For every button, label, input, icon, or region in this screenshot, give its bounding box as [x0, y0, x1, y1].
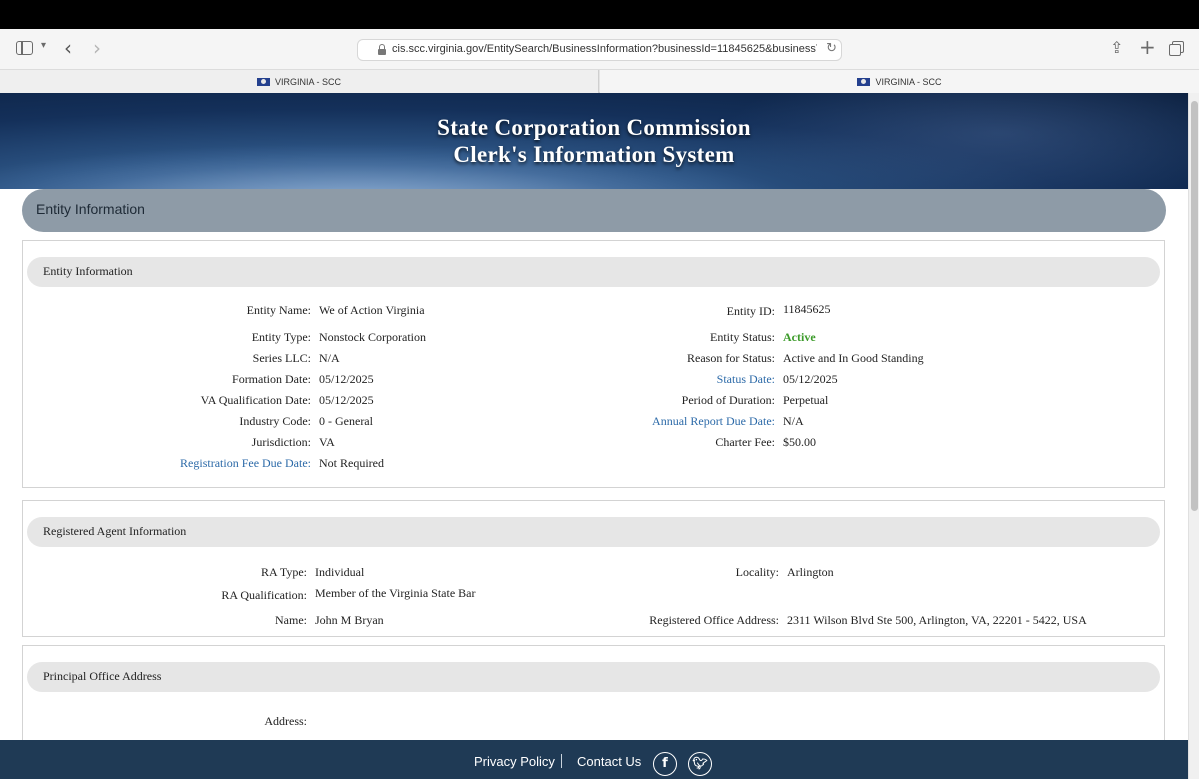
tab-1[interactable]: VIRGINIA - SCC — [0, 70, 599, 93]
banner-subtitle: Clerk's Information System — [453, 142, 735, 167]
page-viewport: State Corporation Commission Clerk's Inf… — [0, 93, 1188, 779]
forward-arrow-icon[interactable]: › — [93, 36, 101, 60]
ra-qualification-label: RA Qualification: — [221, 588, 307, 602]
ra-name-value: John M Bryan — [315, 613, 384, 627]
ra-type-value: Individual — [315, 565, 365, 579]
field-value: 05/12/2025 — [783, 372, 838, 386]
field-value: 05/12/2025 — [319, 393, 374, 407]
field-label: Charter Fee: — [715, 435, 775, 449]
tab-2[interactable]: VIRGINIA - SCC — [600, 70, 1199, 93]
new-tab-icon[interactable]: + — [1139, 35, 1156, 59]
field-label: Series LLC: — [252, 351, 311, 365]
field-value: Perpetual — [783, 393, 829, 407]
top-black-strip — [0, 0, 1199, 29]
status-badge: Active — [783, 330, 816, 344]
field-value: N/A — [783, 414, 804, 428]
principal-office-panel: Principal Office Address Address: — [22, 645, 1165, 755]
field-label: Industry Code: — [239, 414, 311, 428]
section-header: Registered Agent Information — [27, 517, 1160, 547]
field-value: Nonstock Corporation — [319, 330, 426, 344]
field-value: Active and In Good Standing — [783, 351, 924, 365]
field-value: 11845625 — [783, 302, 831, 316]
field-value: Not Required — [319, 456, 384, 470]
field-label[interactable]: Status Date: — [575, 372, 775, 387]
page-title: Entity Information — [36, 201, 145, 217]
page-header: Entity Information — [22, 189, 1166, 232]
banner-title: State Corporation Commission — [437, 115, 751, 140]
contact-us-link[interactable]: Contact Us — [577, 754, 641, 769]
section-title: Principal Office Address — [43, 669, 162, 683]
principal-address-label: Address: — [264, 714, 307, 728]
section-title: Entity Information — [43, 264, 133, 278]
office-address-label: Registered Office Address: — [649, 613, 779, 627]
section-header: Principal Office Address — [27, 662, 1160, 692]
footer-divider — [561, 754, 562, 768]
field-label: Entity Status: — [709, 330, 775, 344]
ra-type-label: RA Type: — [261, 565, 307, 579]
sidebar-toggle-icon[interactable] — [16, 41, 33, 55]
privacy-policy-link[interactable]: Privacy Policy — [474, 754, 555, 769]
url-text[interactable]: cis.scc.virginia.gov/EntitySearch/Busine… — [392, 43, 817, 55]
locality-value: Arlington — [787, 565, 834, 579]
tab-strip: VIRGINIA - SCC VIRGINIA - SCC — [0, 70, 1199, 93]
flag-icon — [857, 77, 871, 86]
section-header: Entity Information — [27, 257, 1160, 287]
browser-toolbar: ▾ ‹ › cis.scc.virginia.gov/EntitySearch/… — [0, 29, 1199, 70]
field-value: $50.00 — [783, 435, 816, 449]
tab-label: VIRGINIA - SCC — [875, 76, 942, 87]
chevron-down-icon[interactable]: ▾ — [41, 40, 46, 51]
field-label[interactable]: Annual Report Due Date: — [575, 414, 775, 429]
field-label: Entity ID: — [726, 304, 775, 318]
tab-label: VIRGINIA - SCC — [274, 76, 341, 87]
tab-overview-icon[interactable] — [1169, 41, 1184, 56]
field-label: Reason for Status: — [687, 351, 775, 365]
facebook-icon[interactable]: f — [653, 752, 677, 776]
field-label: Jurisdiction: — [251, 435, 311, 449]
scrollbar-thumb[interactable] — [1191, 101, 1198, 511]
share-icon[interactable]: ⇪ — [1110, 38, 1123, 57]
lock-icon — [378, 44, 386, 55]
site-footer: Privacy Policy Contact Us f 🐦︎ — [0, 740, 1188, 779]
field-label: Entity Name: — [246, 303, 311, 317]
ra-name-label: Name: — [275, 613, 307, 627]
field-value: VA — [319, 435, 335, 449]
field-label: Period of Duration: — [681, 393, 775, 407]
registered-agent-panel: Registered Agent Information RA Type: In… — [22, 500, 1165, 637]
field-value: We of Action Virginia — [319, 303, 425, 317]
ra-qualification-value: Member of the Virginia State Bar — [315, 586, 476, 600]
site-banner: State Corporation Commission Clerk's Inf… — [0, 93, 1188, 189]
field-value: N/A — [319, 351, 340, 365]
locality-label: Locality: — [735, 565, 779, 579]
flag-icon — [256, 77, 270, 86]
address-bar[interactable]: cis.scc.virginia.gov/EntitySearch/Busine… — [357, 39, 842, 61]
field-label: Formation Date: — [232, 372, 311, 386]
entity-info-panel: Entity Information Entity Name: We of Act… — [22, 240, 1165, 488]
page-scrollbar[interactable] — [1188, 93, 1199, 779]
field-label[interactable]: Registration Fee Due Date: — [23, 456, 311, 471]
office-address-value: 2311 Wilson Blvd Ste 500, Arlington, VA,… — [787, 613, 1087, 627]
reload-icon[interactable]: ↻ — [826, 41, 837, 56]
field-value: 05/12/2025 — [319, 372, 374, 386]
back-arrow-icon[interactable]: ‹ — [64, 36, 72, 60]
field-label: VA Qualification Date: — [200, 393, 311, 407]
field-label: Entity Type: — [251, 330, 311, 344]
section-title: Registered Agent Information — [43, 524, 187, 538]
twitter-icon[interactable]: 🐦︎ — [688, 752, 712, 776]
field-value: 0 - General — [319, 414, 373, 428]
